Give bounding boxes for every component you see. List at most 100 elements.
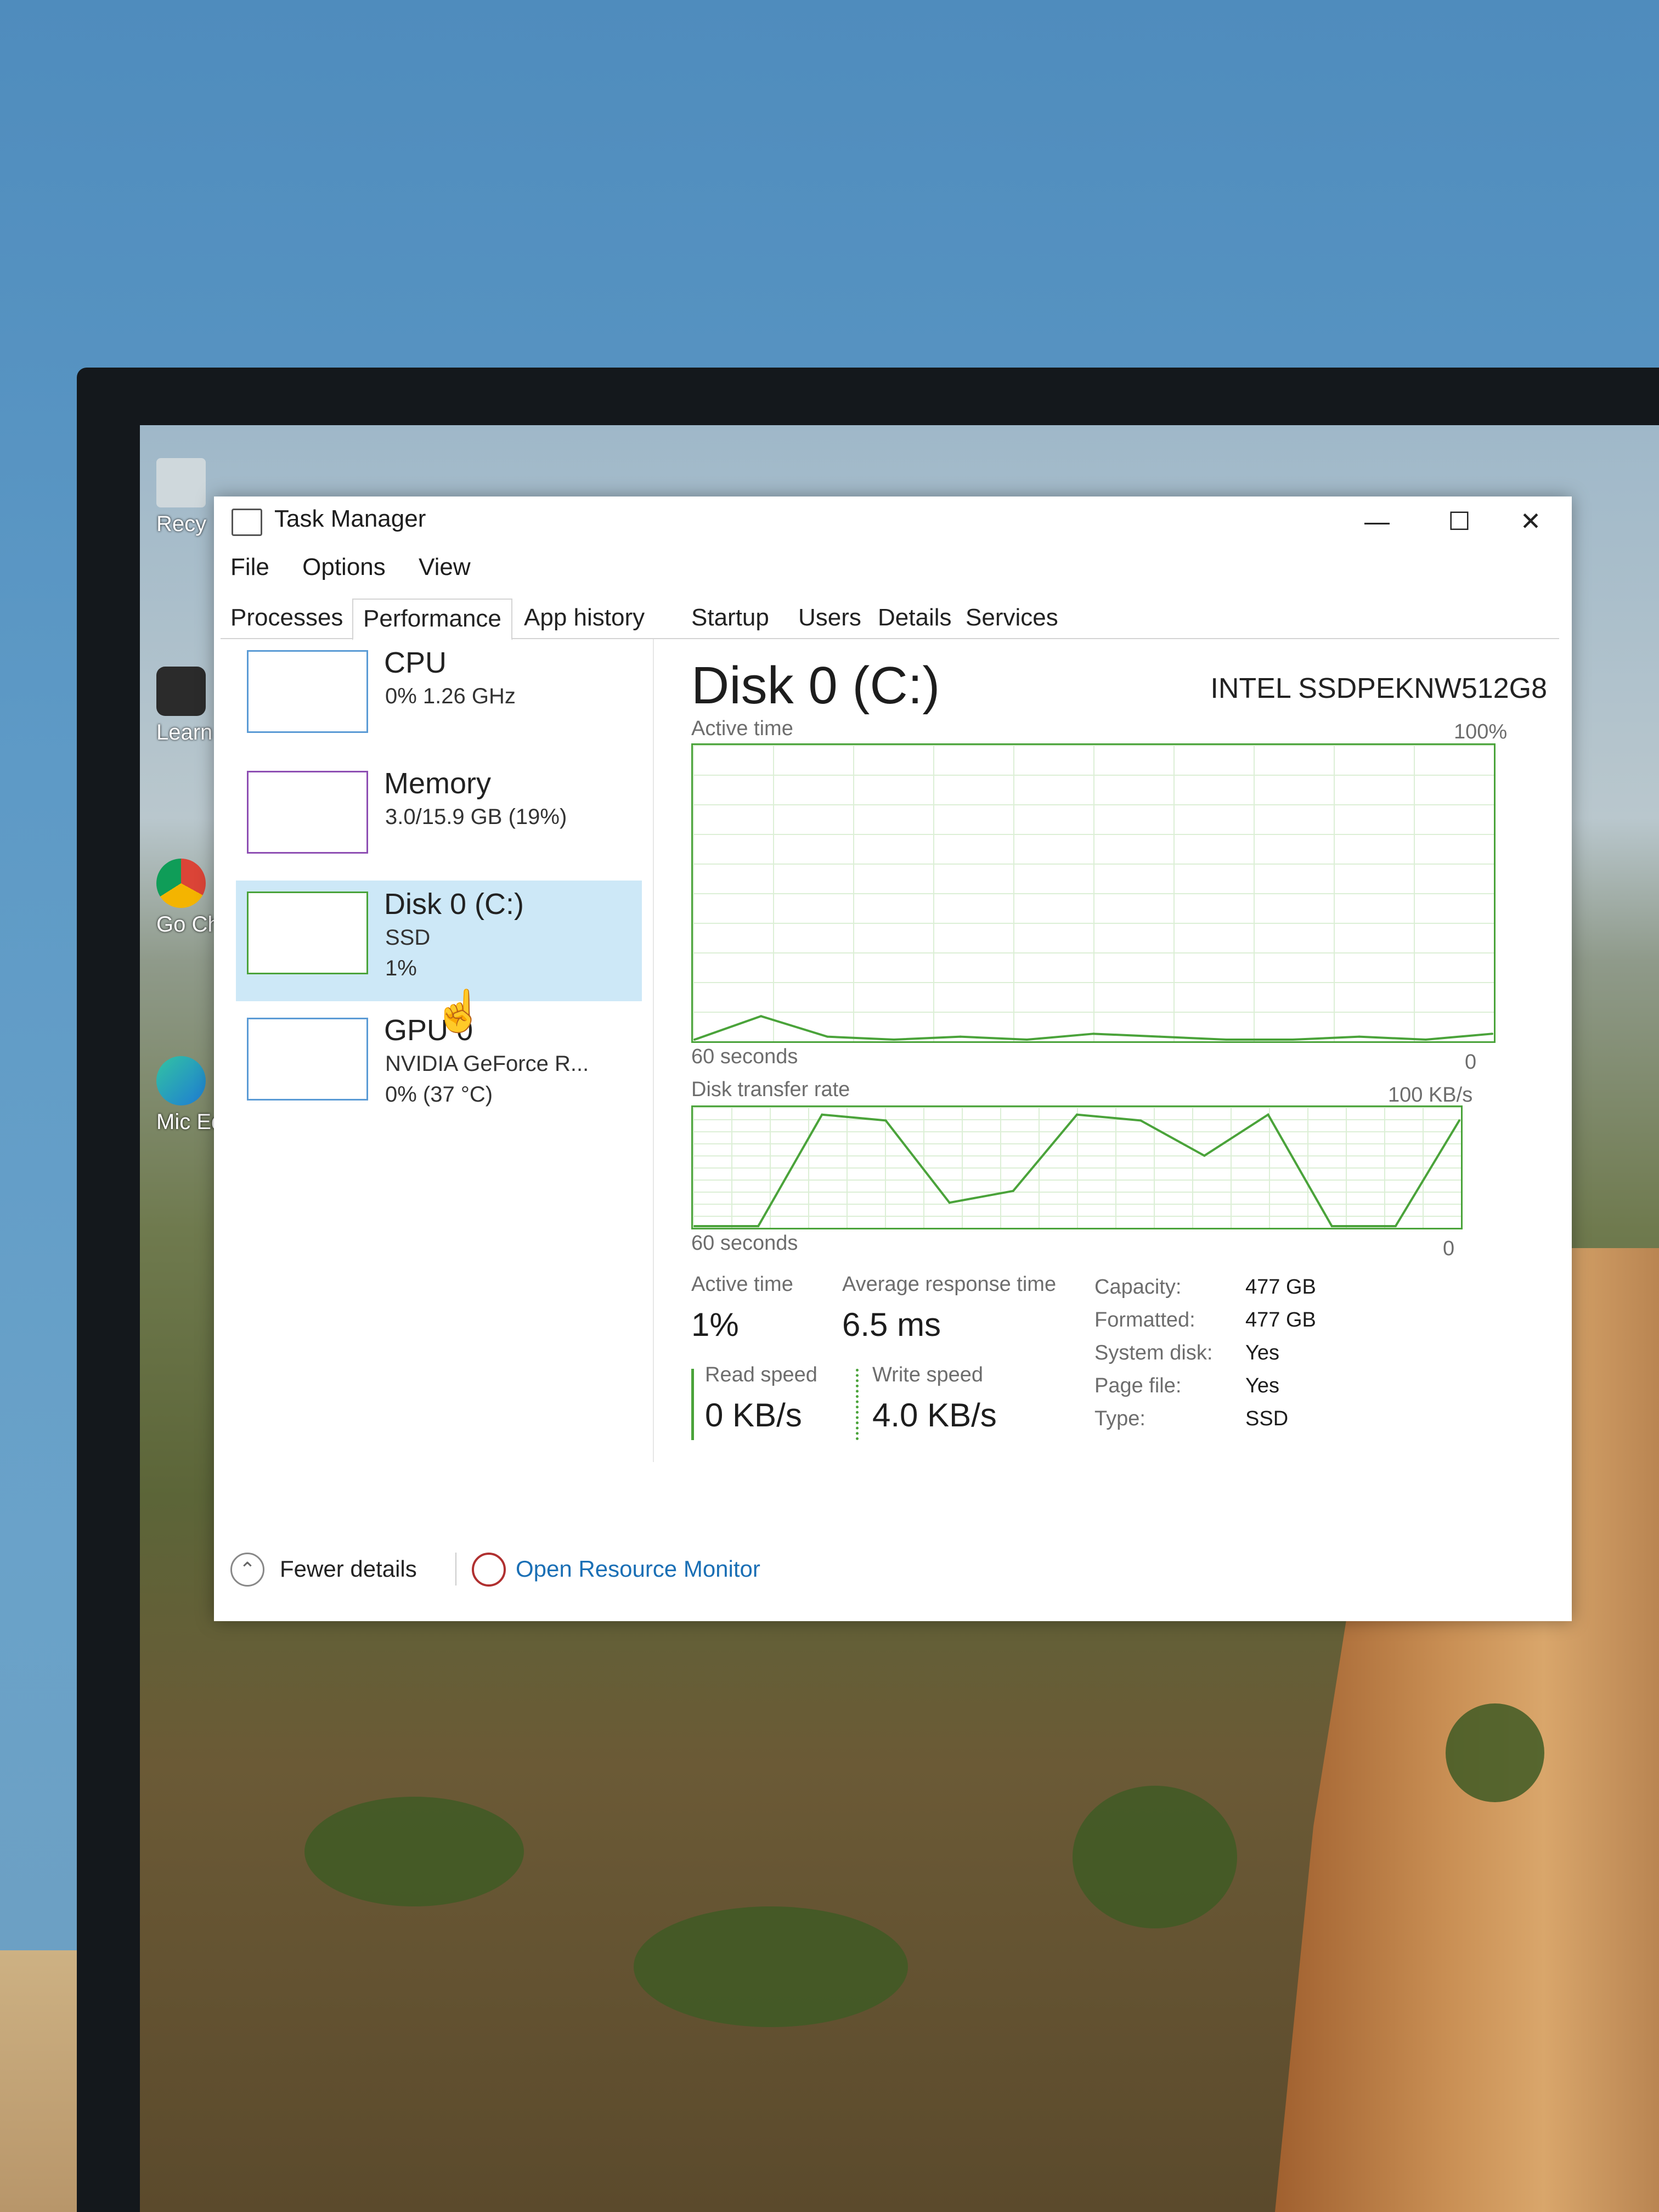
desktop-icon-label: Mic Ed: [156, 1110, 224, 1134]
maximize-button[interactable]: ☐: [1429, 503, 1489, 539]
transfer-rate-data-point: [821, 1113, 823, 1116]
wallpaper-shrub: [1446, 1703, 1544, 1802]
task-manager-window: Task Manager — ☐ ✕ File Options View Pro…: [214, 496, 1572, 1621]
desktop-icon-edge[interactable]: Mic Ed: [156, 1056, 223, 1135]
graph-max-label: 100 KB/s: [1388, 1084, 1473, 1107]
desktop-icon-label: Recy: [156, 512, 207, 536]
write-speed-marker: [856, 1369, 859, 1440]
chrome-icon: [156, 859, 206, 908]
fewer-details-button[interactable]: Fewer details: [280, 1556, 417, 1582]
graph-label: Active time: [691, 717, 793, 740]
stat-label: Average response time: [842, 1273, 1057, 1296]
tab-performance[interactable]: Performance: [352, 599, 512, 640]
tab-processes[interactable]: Processes: [221, 599, 353, 637]
minimize-button[interactable]: —: [1347, 503, 1407, 539]
stat-label: Write speed: [872, 1363, 984, 1386]
property-key: Type:: [1094, 1407, 1146, 1430]
desktop-icon-recycle-bin[interactable]: Recy: [156, 458, 206, 537]
transfer-rate-data-point: [948, 1201, 951, 1204]
transfer-rate-data-point: [1267, 1113, 1269, 1116]
sidebar-item-detail: 0% (37 °C): [385, 1082, 493, 1107]
graph-label: Disk transfer rate: [691, 1078, 850, 1101]
desktop-icon-label: Go Ch: [156, 912, 220, 936]
window-title: Task Manager: [274, 505, 426, 532]
page-title: Disk 0 (C:): [691, 656, 940, 715]
wallpaper-shrub: [634, 1906, 908, 2027]
active-time-value: 1%: [691, 1306, 739, 1343]
read-speed-marker: [691, 1369, 694, 1440]
active-time-data-point: [760, 1015, 763, 1018]
tab-app-history[interactable]: App history: [514, 599, 654, 637]
open-resource-monitor-link[interactable]: Open Resource Monitor: [516, 1556, 760, 1582]
tab-services[interactable]: Services: [956, 599, 1068, 637]
transfer-rate-data-point: [884, 1119, 887, 1122]
read-speed-value: 0 KB/s: [705, 1397, 802, 1434]
transfer-rate-graph: [691, 1105, 1463, 1229]
active-time-data-point: [893, 1039, 895, 1041]
active-time-data-point: [1159, 1035, 1161, 1038]
active-time-plot: [693, 1015, 1493, 1041]
tab-bar: Processes Performance App history Startu…: [221, 599, 1559, 640]
active-time-data-point: [826, 1035, 829, 1038]
task-manager-icon: [232, 509, 262, 536]
active-time-data-point: [1225, 1039, 1228, 1041]
edge-icon: [156, 1056, 206, 1105]
active-time-data-point: [1424, 1039, 1427, 1041]
close-button[interactable]: ✕: [1500, 503, 1561, 539]
transfer-rate-data-point: [1458, 1119, 1460, 1122]
footer-divider: [455, 1553, 456, 1585]
property-value: 477 GB: [1245, 1308, 1316, 1331]
desktop-icon-chrome[interactable]: Go Ch: [156, 859, 220, 937]
cpu-thumbnail-graph: [247, 650, 368, 733]
sidebar-item-detail: SSD: [385, 926, 431, 950]
sidebar-item-detail: NVIDIA GeForce R...: [385, 1052, 589, 1076]
sidebar-item-detail: 1%: [385, 956, 417, 980]
active-time-series-line: [694, 1015, 1493, 1041]
tab-users[interactable]: Users: [788, 599, 871, 637]
property-key: Page file:: [1094, 1374, 1182, 1397]
title-bar[interactable]: Task Manager — ☐ ✕: [214, 496, 1572, 546]
menu-options[interactable]: Options: [302, 554, 386, 580]
graph-x-label: 60 seconds: [691, 1045, 798, 1068]
active-time-data-point: [1025, 1039, 1028, 1041]
sidebar-item-detail: 3.0/15.9 GB (19%): [385, 805, 567, 829]
sidebar-item-detail: 0% 1.26 GHz: [385, 684, 516, 708]
chevron-up-icon[interactable]: ⌃: [230, 1553, 264, 1587]
transfer-rate-data-point: [1330, 1225, 1333, 1227]
active-time-data-point: [1358, 1035, 1361, 1038]
recycle-bin-icon: [156, 458, 206, 507]
wallpaper-shrub: [1073, 1786, 1237, 1928]
disk-thumbnail-graph: [247, 891, 368, 974]
property-value: Yes: [1245, 1374, 1279, 1397]
active-time-data-point: [1491, 1032, 1493, 1035]
resource-monitor-icon: [472, 1553, 506, 1587]
stat-label: Read speed: [705, 1363, 817, 1386]
sidebar-item-cpu[interactable]: CPU 0% 1.26 GHz: [236, 639, 642, 760]
menu-view[interactable]: View: [419, 554, 471, 580]
tab-startup[interactable]: Startup: [681, 599, 779, 637]
wallpaper-shrub: [304, 1797, 524, 1906]
property-key: Capacity:: [1094, 1276, 1182, 1299]
transfer-rate-data-point: [1076, 1113, 1078, 1116]
menu-file[interactable]: File: [230, 554, 269, 580]
stat-label: Active time: [691, 1273, 793, 1296]
hand-cursor-icon: ☝: [433, 988, 484, 1034]
active-time-data-point: [1291, 1039, 1294, 1041]
active-time-data-point: [959, 1035, 962, 1038]
active-time-data-point: [1092, 1032, 1094, 1035]
sidebar-item-memory[interactable]: Memory 3.0/15.9 GB (19%): [236, 760, 642, 881]
disk-detail-panel: Disk 0 (C:) INTEL SSDPEKNW512G8 Active t…: [691, 656, 1558, 1468]
transfer-rate-plot: [693, 1113, 1460, 1227]
transfer-rate-data-point: [757, 1225, 760, 1227]
transfer-rate-data-point: [693, 1225, 696, 1227]
footer-bar: ⌃ Fewer details Open Resource Monitor: [230, 1542, 1547, 1596]
active-time-data-point: [693, 1039, 696, 1041]
gpu-thumbnail-graph: [247, 1018, 368, 1101]
sidebar-item-disk[interactable]: Disk 0 (C:) SSD 1%: [236, 881, 642, 1001]
property-key: System disk:: [1094, 1341, 1213, 1364]
write-speed-value: 4.0 KB/s: [872, 1397, 997, 1434]
tab-details[interactable]: Details: [868, 599, 962, 637]
transfer-rate-data-point: [1012, 1189, 1014, 1192]
sidebar-item-title: Disk 0 (C:): [384, 888, 524, 921]
graph-max-label: 100%: [1454, 720, 1508, 743]
